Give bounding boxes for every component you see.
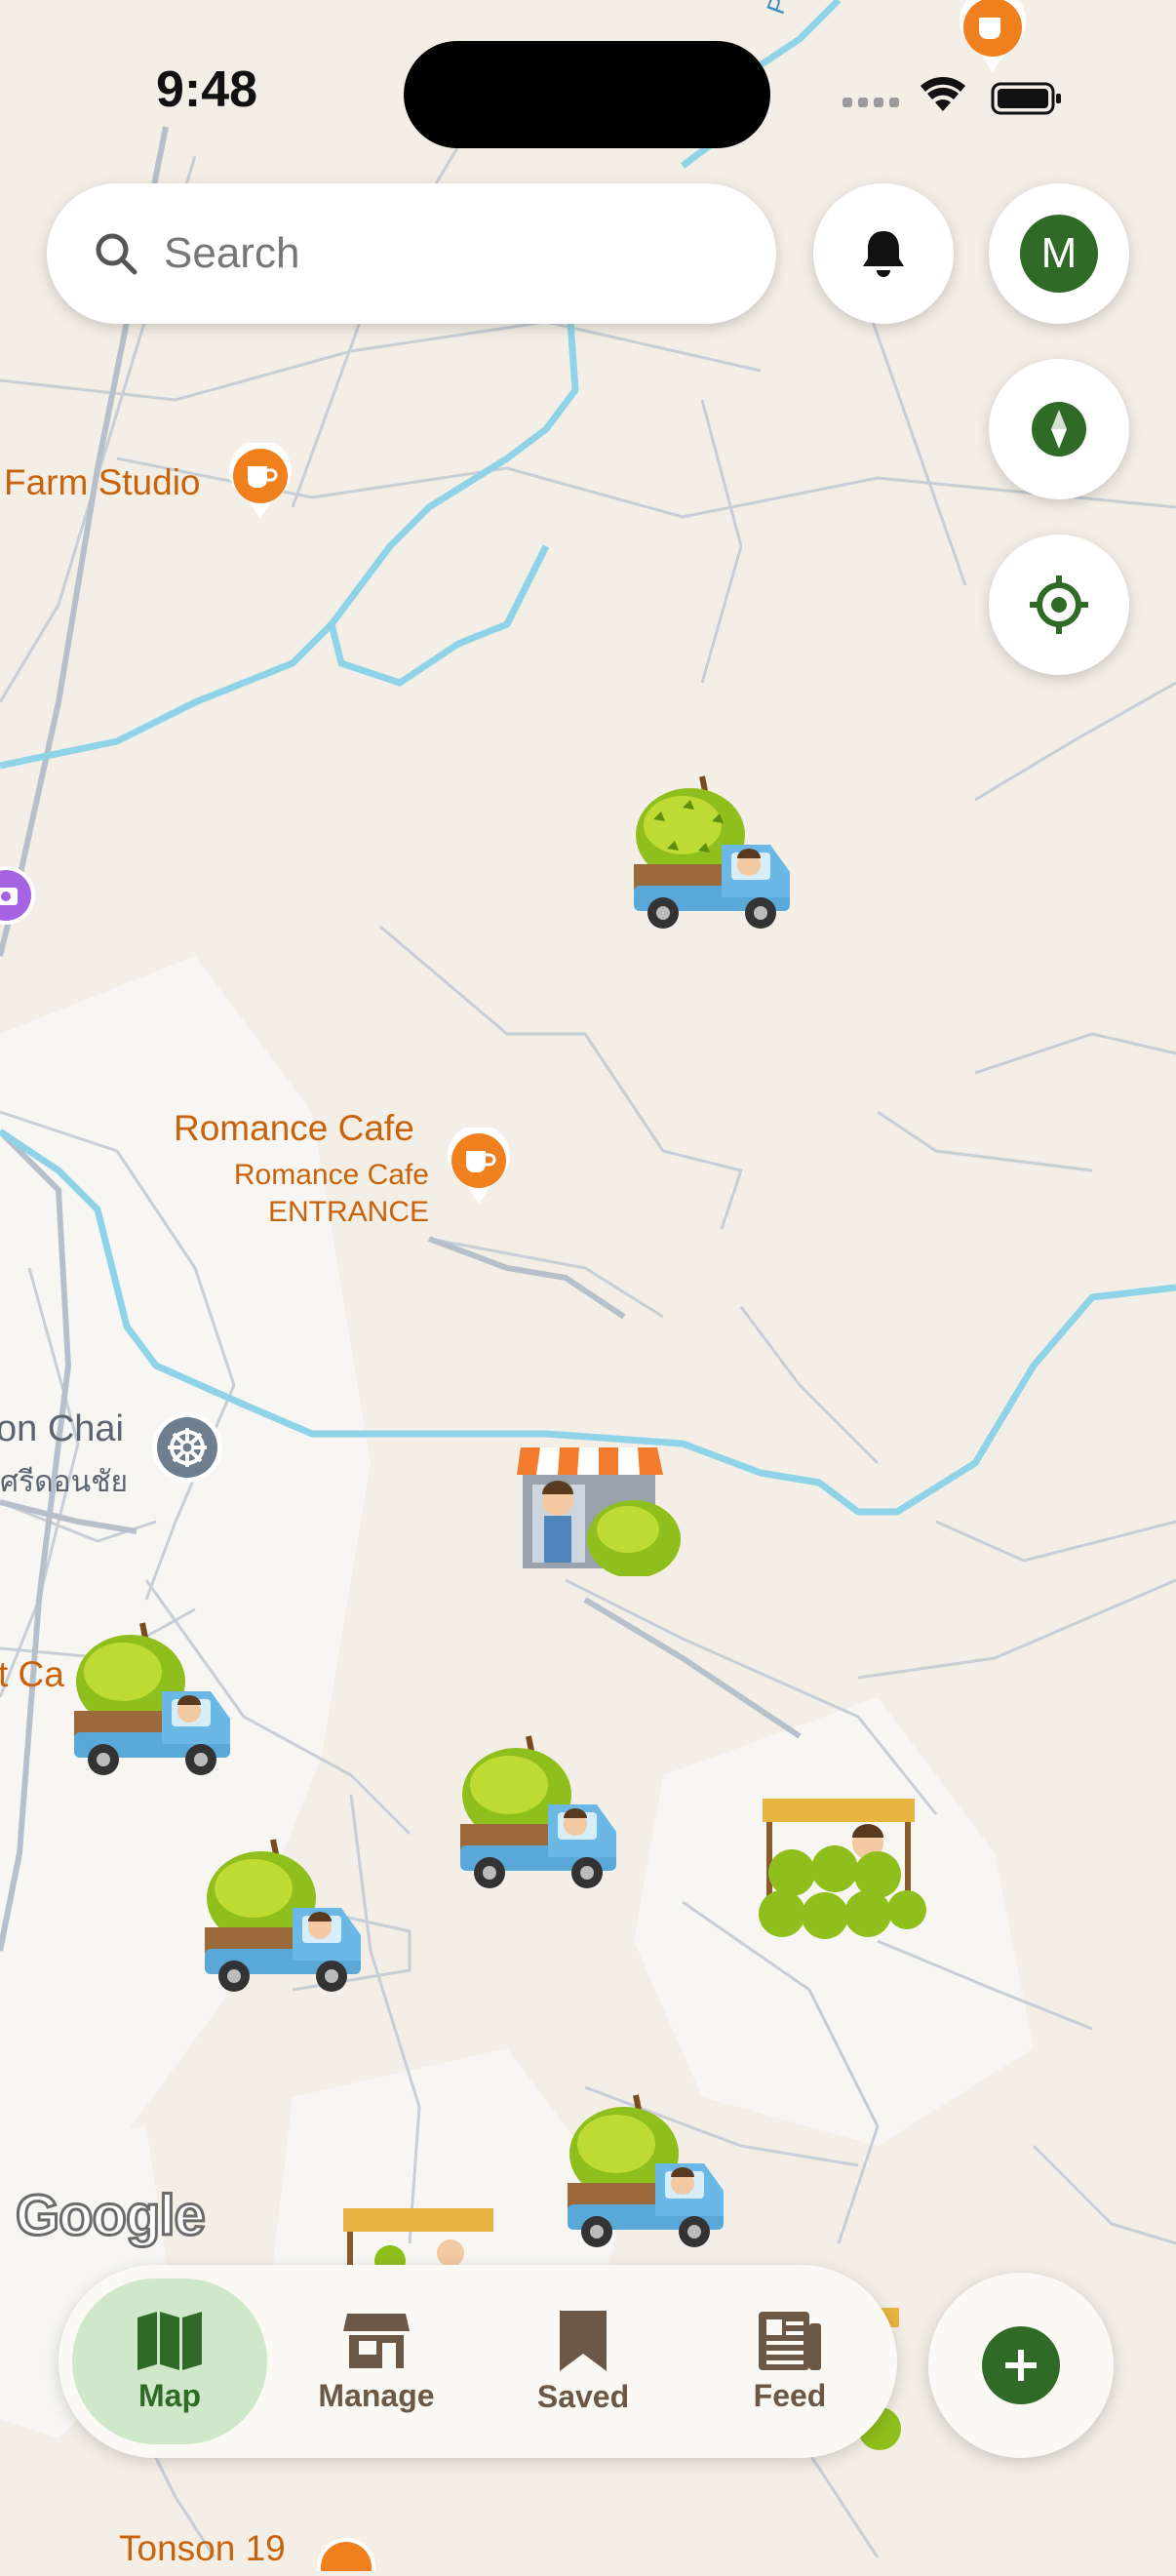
tab-label: Map	[138, 2377, 201, 2413]
tab-label: Saved	[536, 2378, 630, 2414]
cellular-icon	[843, 98, 899, 107]
status-icons	[843, 72, 1077, 126]
google-attribution: Google	[15, 2183, 208, 2249]
crosshair-icon	[1028, 574, 1090, 636]
dynamic-island	[404, 41, 770, 148]
poi-pin-icon[interactable]	[312, 2532, 380, 2576]
camera-pin-icon[interactable]	[0, 864, 37, 937]
cafe-pin-icon[interactable]	[956, 0, 1030, 79]
poi-label-tonson[interactable]: Tonson 19	[119, 2528, 286, 2569]
store-icon	[341, 2310, 412, 2372]
compass-icon	[1030, 400, 1088, 458]
add-button[interactable]	[928, 2273, 1114, 2458]
notifications-button[interactable]	[813, 183, 954, 324]
compass-button[interactable]	[989, 359, 1129, 499]
status-time: 9:48	[156, 61, 258, 118]
bottom-tab-bar: Map Manage Saved Feed	[59, 2265, 897, 2458]
tab-map[interactable]: Map	[72, 2279, 267, 2444]
bell-icon	[859, 227, 908, 280]
durian-truck-marker[interactable]	[64, 1617, 240, 1788]
battery-icon	[991, 82, 1061, 115]
tab-label: Manage	[318, 2377, 435, 2413]
durian-truck-marker[interactable]	[624, 771, 800, 941]
wifi-icon	[921, 77, 965, 111]
plus-icon	[982, 2326, 1060, 2404]
poi-label-farm-studio[interactable]: Farm Studio	[4, 462, 201, 503]
bookmark-icon	[556, 2309, 610, 2373]
avatar: M	[1020, 215, 1098, 293]
my-location-button[interactable]	[989, 535, 1129, 675]
place-label-don-chai[interactable]: on Chai	[0, 1408, 124, 1450]
poi-label-partial-cafe[interactable]: t Ca	[0, 1654, 64, 1695]
durian-truck-marker[interactable]	[195, 1834, 371, 2004]
durian-stall-marker[interactable]	[517, 1430, 692, 1581]
cafe-pin-icon[interactable]	[226, 439, 294, 526]
tab-manage[interactable]: Manage	[279, 2279, 474, 2444]
search-input[interactable]: Search	[164, 229, 299, 278]
durian-truck-marker[interactable]	[451, 1730, 626, 1901]
durian-truck-marker[interactable]	[558, 2089, 733, 2260]
cafe-pin-icon[interactable]	[445, 1124, 513, 1210]
tab-feed[interactable]: Feed	[692, 2279, 887, 2444]
poi-label-romance-cafe-entrance[interactable]: Romance Cafe ENTRANCE	[226, 1157, 429, 1231]
place-label-don-chai-thai[interactable]: ศรีดอนชัย	[0, 1459, 128, 1505]
poi-label-romance-cafe[interactable]: Romance Cafe	[174, 1108, 414, 1149]
search-bar[interactable]: Search	[47, 183, 776, 324]
tab-label: Feed	[753, 2377, 827, 2413]
durian-stall-marker[interactable]	[753, 1795, 928, 1956]
search-icon	[94, 231, 138, 276]
map-icon	[136, 2310, 204, 2372]
newspaper-icon	[757, 2310, 823, 2372]
temple-pin-icon[interactable]	[150, 1410, 224, 1489]
durian-stall-marker[interactable]	[341, 2206, 497, 2277]
tab-saved[interactable]: Saved	[486, 2279, 681, 2444]
profile-button[interactable]: M	[989, 183, 1129, 324]
